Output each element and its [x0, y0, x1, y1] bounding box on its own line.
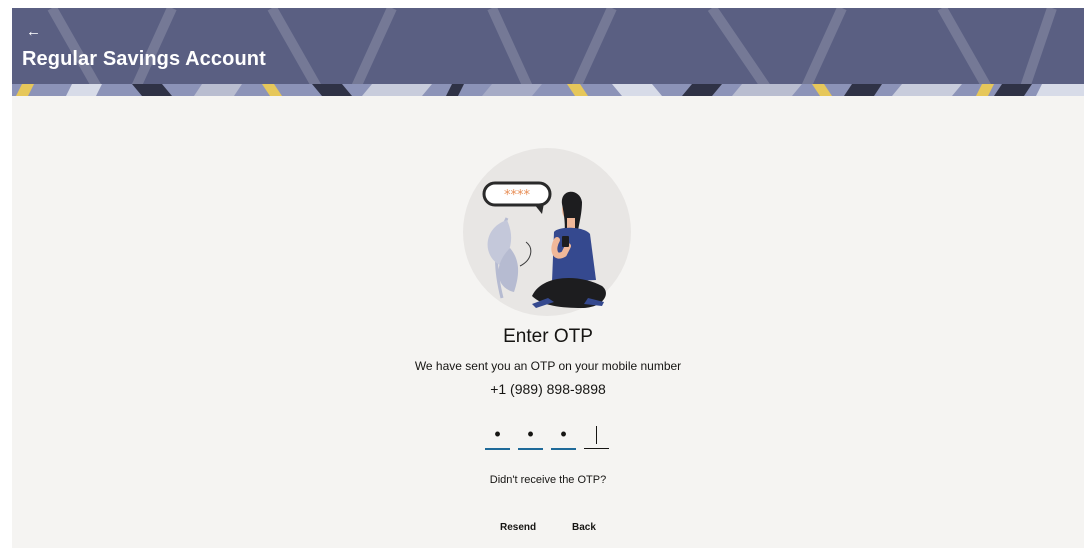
mobile-number: +1 (989) 898-9898 — [490, 381, 606, 397]
otp-digit-4[interactable] — [584, 422, 609, 449]
otp-digit-3[interactable]: • — [551, 422, 576, 450]
back-button[interactable]: Back — [568, 520, 600, 535]
page-frame: ← Regular Savings Account **** Enter OTP… — [12, 8, 1084, 548]
back-arrow-icon[interactable]: ← — [26, 23, 41, 41]
page-title: Regular Savings Account — [22, 48, 266, 70]
resend-button[interactable]: Resend — [496, 520, 540, 535]
header-pattern-banner — [12, 84, 1084, 96]
text-caret — [596, 426, 597, 444]
bubble-stars: **** — [504, 188, 531, 203]
otp-heading: Enter OTP — [503, 326, 593, 347]
otp-illustration: **** — [463, 148, 631, 316]
otp-digit-2[interactable]: • — [518, 422, 543, 450]
otp-instruction-text: We have sent you an OTP on your mobile n… — [414, 359, 682, 373]
otp-digit-1[interactable]: • — [485, 422, 510, 450]
resend-question: Didn't receive the OTP? — [489, 474, 607, 486]
page-header: ← Regular Savings Account — [12, 8, 1084, 96]
otp-input-group: • • • — [485, 422, 611, 452]
